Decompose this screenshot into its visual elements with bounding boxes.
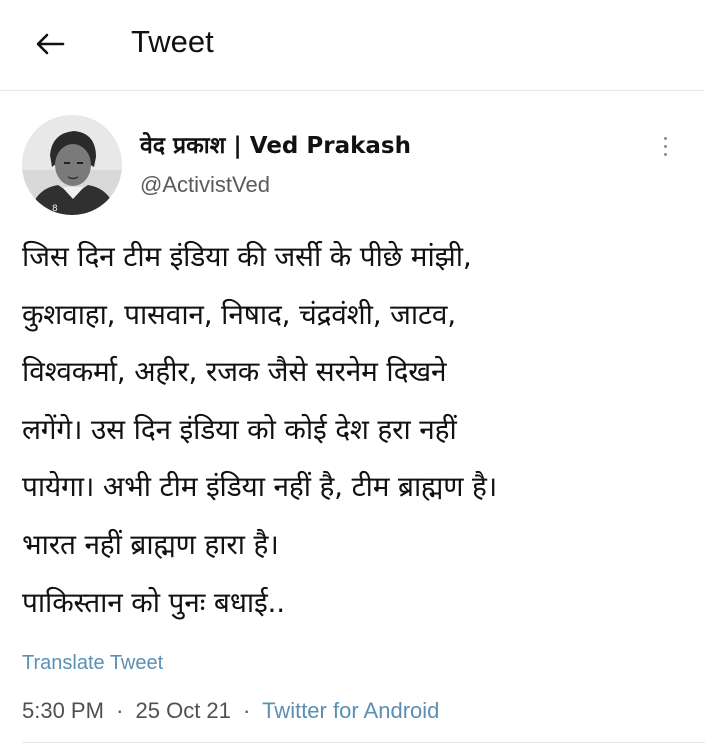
tweet-line: लगेंगे। उस दिन इंडिया को कोई देश हरा नही…	[22, 412, 457, 446]
author-name[interactable]: वेद प्रकाश | Ved Prakash	[140, 128, 411, 160]
avatar[interactable]: 8	[22, 115, 122, 215]
separator: ·	[243, 698, 251, 723]
tweet-line: भारत नहीं ब्राह्मण हारा है।	[22, 527, 279, 561]
tweet-metadata: 5:30 PM · 25 Oct 21 · Twitter for Androi…	[22, 698, 439, 724]
tweet-line: जिस दिन टीम इंडिया की जर्सी के पीछे मांझ…	[22, 240, 472, 273]
more-dot-icon	[663, 152, 667, 156]
tweet-line: पाकिस्तान को पुनः बधाई..	[22, 585, 285, 619]
page-title: Tweet	[131, 24, 214, 59]
tweet-date: 25 Oct 21	[135, 698, 231, 723]
divider	[22, 742, 705, 743]
more-dot-icon	[663, 144, 667, 148]
translate-tweet-link[interactable]: Translate Tweet	[22, 652, 163, 675]
top-bar: Tweet	[0, 0, 705, 91]
separator: ·	[116, 698, 124, 723]
tweet-line: पायेगा। अभी टीम इंडिया नहीं है, टीम ब्रा…	[22, 470, 498, 504]
tweet-text: जिस दिन टीम इंडिया की जर्सी के पीछे मांझ…	[22, 228, 692, 631]
author-handle[interactable]: @ActivistVed	[140, 172, 270, 198]
tweet-source-link[interactable]: Twitter for Android	[262, 698, 439, 723]
back-button[interactable]	[30, 24, 70, 64]
arrow-left-icon	[36, 33, 65, 55]
more-dot-icon	[663, 136, 667, 140]
tweet-time: 5:30 PM	[22, 698, 104, 723]
tweet-line: विश्वकर्मा, अहीर, रजक जैसे सरनेम दिखने	[22, 355, 447, 389]
svg-text:8: 8	[52, 204, 58, 214]
profile-photo: 8	[22, 115, 122, 215]
more-options-button[interactable]	[652, 128, 678, 164]
tweet-line: कुशवाहा, पासवान, निषाद, चंद्रवंशी, जाटव,	[22, 297, 456, 331]
